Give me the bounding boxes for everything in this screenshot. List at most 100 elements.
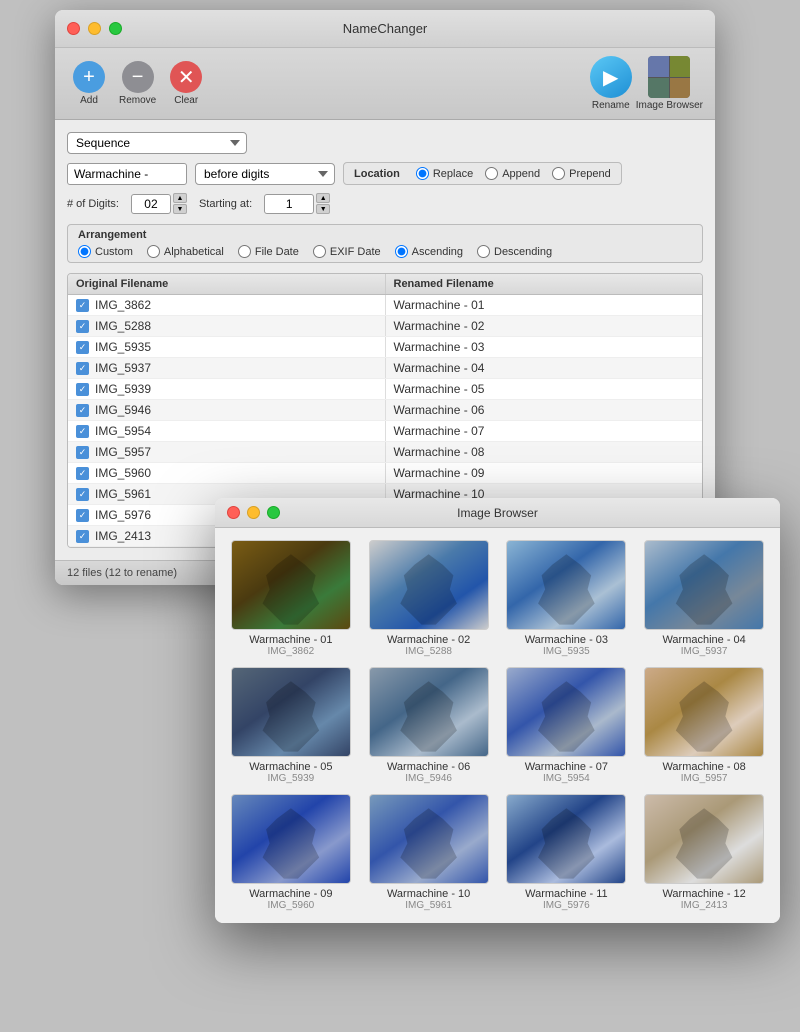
digits-arrows: ▲ ▼ — [173, 193, 187, 214]
file-checkbox[interactable]: ✓ — [76, 320, 89, 333]
replace-radio[interactable] — [416, 167, 429, 180]
add-button[interactable]: + Add — [67, 59, 111, 108]
starting-at-down-arrow[interactable]: ▼ — [316, 204, 330, 214]
digits-down-arrow[interactable]: ▼ — [173, 204, 187, 214]
alphabetical-radio[interactable] — [147, 245, 160, 258]
thumbnail — [231, 540, 351, 630]
table-row[interactable]: ✓ IMG_3862 Warmachine - 01 — [68, 295, 702, 316]
file-checkbox[interactable]: ✓ — [76, 383, 89, 396]
starting-at-up-arrow[interactable]: ▲ — [316, 193, 330, 203]
alphabetical-label[interactable]: Alphabetical — [164, 246, 224, 258]
starting-at-input[interactable] — [264, 194, 314, 214]
ib-window-controls — [227, 506, 280, 519]
thumbnail — [506, 667, 626, 757]
original-filename: ✓ IMG_5960 — [68, 463, 386, 483]
close-button[interactable] — [67, 22, 80, 35]
descending-label[interactable]: Descending — [494, 246, 552, 258]
image-browser-button[interactable]: Image Browser — [636, 56, 703, 111]
filedate-radio[interactable] — [238, 245, 251, 258]
ib-max-button[interactable] — [267, 506, 280, 519]
image-original: IMG_5946 — [405, 773, 452, 784]
rename-button[interactable]: ▶ Rename — [590, 56, 632, 111]
list-item[interactable]: Warmachine - 09 IMG_5960 — [227, 794, 355, 911]
sequence-select[interactable]: Sequence Date Random — [67, 132, 247, 154]
prepend-radio-group: Prepend — [552, 167, 611, 180]
file-checkbox[interactable]: ✓ — [76, 467, 89, 480]
prepend-radio[interactable] — [552, 167, 565, 180]
minimize-button[interactable] — [88, 22, 101, 35]
image-name: Warmachine - 09 — [249, 888, 332, 900]
list-item[interactable]: Warmachine - 05 IMG_5939 — [227, 667, 355, 784]
arrangement-title: Arrangement — [78, 229, 692, 241]
replace-label[interactable]: Replace — [433, 168, 473, 180]
list-item[interactable]: Warmachine - 02 IMG_5288 — [365, 540, 493, 657]
table-row[interactable]: ✓ IMG_5946 Warmachine - 06 — [68, 400, 702, 421]
original-filename: ✓ IMG_5957 — [68, 442, 386, 462]
table-row[interactable]: ✓ IMG_5288 Warmachine - 02 — [68, 316, 702, 337]
exif-label[interactable]: EXIF Date — [330, 246, 381, 258]
renamed-filename: Warmachine - 06 — [386, 400, 703, 420]
thumbnail — [644, 794, 764, 884]
title-bar: NameChanger — [55, 10, 715, 48]
list-item[interactable]: Warmachine - 01 IMG_3862 — [227, 540, 355, 657]
file-checkbox[interactable]: ✓ — [76, 509, 89, 522]
custom-label[interactable]: Custom — [95, 246, 133, 258]
name-input[interactable] — [67, 163, 187, 185]
remove-icon: − — [122, 61, 154, 93]
filedate-label[interactable]: File Date — [255, 246, 299, 258]
clear-button[interactable]: ✕ Clear — [164, 59, 208, 108]
position-select[interactable]: before digits after digits — [195, 163, 335, 185]
file-checkbox[interactable]: ✓ — [76, 530, 89, 543]
table-row[interactable]: ✓ IMG_5954 Warmachine - 07 — [68, 421, 702, 442]
renamed-header: Renamed Filename — [386, 274, 703, 294]
descending-radio[interactable] — [477, 245, 490, 258]
list-item[interactable]: Warmachine - 12 IMG_2413 — [640, 794, 768, 911]
file-checkbox[interactable]: ✓ — [76, 341, 89, 354]
remove-button[interactable]: − Remove — [113, 59, 162, 108]
file-checkbox[interactable]: ✓ — [76, 446, 89, 459]
digits-up-arrow[interactable]: ▲ — [173, 193, 187, 203]
file-checkbox[interactable]: ✓ — [76, 362, 89, 375]
table-row[interactable]: ✓ IMG_5935 Warmachine - 03 — [68, 337, 702, 358]
digits-input[interactable] — [131, 194, 171, 214]
ib-close-button[interactable] — [227, 506, 240, 519]
original-filename: ✓ IMG_5935 — [68, 337, 386, 357]
image-name: Warmachine - 10 — [387, 888, 470, 900]
image-name: Warmachine - 04 — [662, 634, 745, 646]
list-item[interactable]: Warmachine - 04 IMG_5937 — [640, 540, 768, 657]
digits-stepper: ▲ ▼ — [131, 193, 187, 214]
list-item[interactable]: Warmachine - 06 IMG_5946 — [365, 667, 493, 784]
list-item[interactable]: Warmachine - 03 IMG_5935 — [503, 540, 631, 657]
exif-radio[interactable] — [313, 245, 326, 258]
renamed-filename: Warmachine - 02 — [386, 316, 703, 336]
file-checkbox[interactable]: ✓ — [76, 299, 89, 312]
file-checkbox[interactable]: ✓ — [76, 404, 89, 417]
table-row[interactable]: ✓ IMG_5960 Warmachine - 09 — [68, 463, 702, 484]
file-checkbox[interactable]: ✓ — [76, 488, 89, 501]
ascending-label[interactable]: Ascending — [412, 246, 463, 258]
append-label[interactable]: Append — [502, 168, 540, 180]
location-label: Location — [354, 168, 400, 180]
clear-icon: ✕ — [170, 61, 202, 93]
custom-radio[interactable] — [78, 245, 91, 258]
maximize-button[interactable] — [109, 22, 122, 35]
image-name: Warmachine - 02 — [387, 634, 470, 646]
thumbnail — [369, 667, 489, 757]
list-item[interactable]: Warmachine - 11 IMG_5976 — [503, 794, 631, 911]
file-checkbox[interactable]: ✓ — [76, 425, 89, 438]
prepend-label[interactable]: Prepend — [569, 168, 611, 180]
toolbar: + Add − Remove ✕ Clear ▶ Rename — [55, 48, 715, 120]
thumbnail — [644, 667, 764, 757]
ascending-radio[interactable] — [395, 245, 408, 258]
ib-min-button[interactable] — [247, 506, 260, 519]
original-header: Original Filename — [68, 274, 386, 294]
list-item[interactable]: Warmachine - 08 IMG_5957 — [640, 667, 768, 784]
table-row[interactable]: ✓ IMG_5939 Warmachine - 05 — [68, 379, 702, 400]
table-row[interactable]: ✓ IMG_5957 Warmachine - 08 — [68, 442, 702, 463]
append-radio[interactable] — [485, 167, 498, 180]
list-item[interactable]: Warmachine - 07 IMG_5954 — [503, 667, 631, 784]
list-item[interactable]: Warmachine - 10 IMG_5961 — [365, 794, 493, 911]
status-text: 12 files (12 to rename) — [67, 567, 177, 579]
table-row[interactable]: ✓ IMG_5937 Warmachine - 04 — [68, 358, 702, 379]
starting-at-arrows: ▲ ▼ — [316, 193, 330, 214]
